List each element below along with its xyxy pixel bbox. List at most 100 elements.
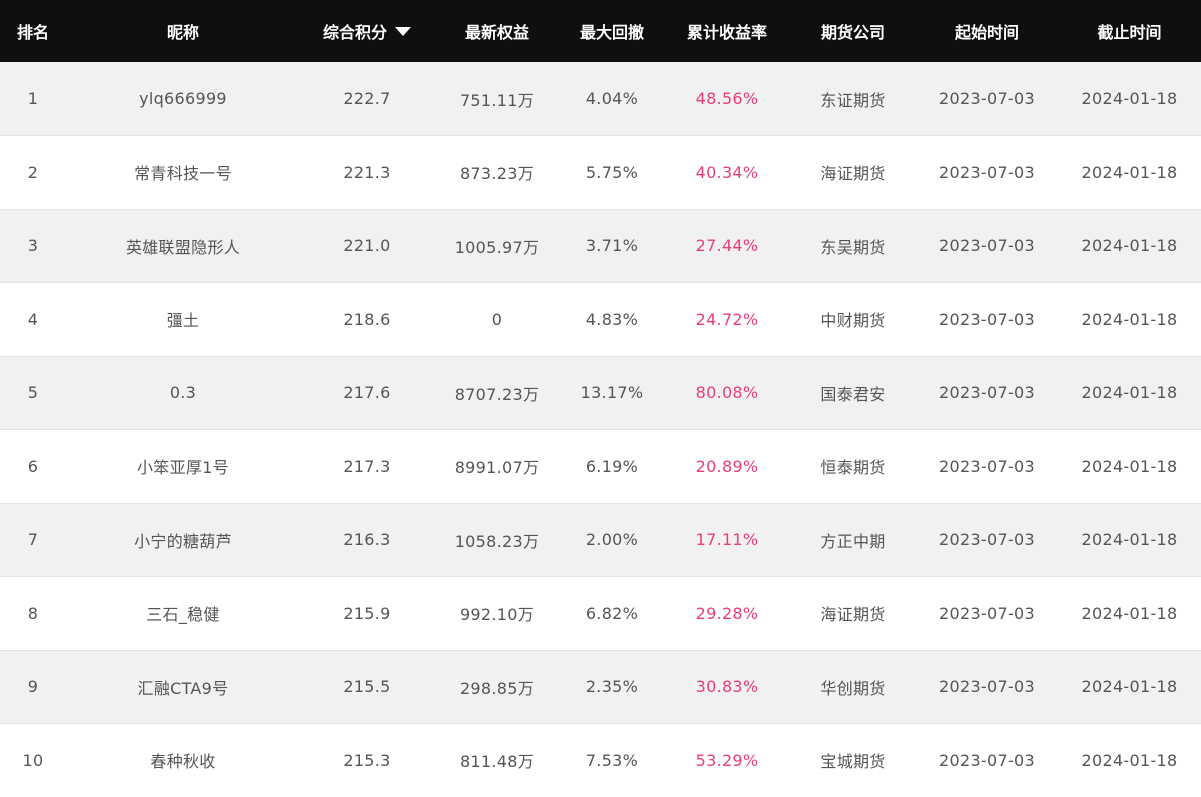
table-row[interactable]: 6 小笨亚厚1号 217.3 8991.07万 6.19% 20.89% 恒泰期货 2023-…	[0, 429, 1201, 504]
table-row[interactable]: 9 汇融CTA9号 215.5 298.85万 2.35% 30.83% 华创期货 2023-…	[0, 650, 1201, 724]
score-cell: 215.9	[300, 576, 434, 651]
rank-cell: 3	[0, 209, 66, 283]
company-cell: 宝城期货	[790, 723, 916, 797]
end-date-cell: 2024-01-18	[1058, 209, 1201, 283]
max-drawdown-cell: 3.71%	[560, 209, 664, 283]
max-drawdown-cell: 7.53%	[560, 723, 664, 797]
max-drawdown-cell: 4.83%	[560, 282, 664, 357]
ranking-table: 排名 昵称 综合积分 最新权益 最大回撤 累计收益率 期货公司 起始时间 截止时…	[0, 0, 1201, 797]
header-cum-return: 累计收益率	[686, 23, 767, 42]
max-drawdown-cell: 2.00%	[560, 503, 664, 577]
header-equity: 最新权益	[464, 23, 529, 42]
score-cell: 216.3	[300, 503, 434, 577]
header-score-label: 综合积分	[322, 23, 387, 42]
sort-desc-icon[interactable]	[395, 27, 411, 36]
rank-cell: 1	[0, 62, 66, 136]
max-drawdown-cell: 6.82%	[560, 576, 664, 651]
table-row[interactable]: 10 春种秋收 215.3 811.48万 7.53% 53.29% 宝城期货 2023-07…	[0, 723, 1201, 797]
rank-cell: 4	[0, 282, 66, 357]
score-cell: 221.0	[300, 209, 434, 283]
table-row[interactable]: 3 英雄联盟隐形人 221.0 1005.97万 3.71% 27.44% 东吴期货 2023…	[0, 209, 1201, 283]
start-date-cell: 2023-07-03	[916, 209, 1058, 283]
header-score-sort[interactable]: 综合积分	[300, 0, 434, 62]
rank-cell: 9	[0, 650, 66, 724]
equity-cell: 0	[434, 282, 560, 357]
table-body: 1 ylq666999 222.7 751.11万 4.04% 48.56% 东证期货 202…	[0, 62, 1201, 797]
rank-cell: 6	[0, 429, 66, 504]
end-date-cell: 2024-01-18	[1058, 62, 1201, 136]
cum-return-cell: 30.83%	[664, 650, 790, 724]
table-row[interactable]: 7 小宁的糖葫芦 216.3 1058.23万 2.00% 17.11% 方正中期 2023-…	[0, 503, 1201, 577]
header-nickname: 昵称	[166, 23, 199, 42]
cum-return-cell: 27.44%	[664, 209, 790, 283]
table-row[interactable]: 2 常青科技一号 221.3 873.23万 5.75% 40.34% 海证期货 2023-0…	[0, 135, 1201, 210]
cum-return-cell: 17.11%	[664, 503, 790, 577]
nickname-cell: 彊土	[66, 282, 300, 357]
header-max-drawdown: 最大回撤	[579, 23, 644, 42]
start-date-cell: 2023-07-03	[916, 62, 1058, 136]
company-cell: 海证期货	[790, 135, 916, 210]
equity-cell: 873.23万	[434, 135, 560, 210]
cum-return-cell: 80.08%	[664, 356, 790, 430]
table-row[interactable]: 5 0.3 217.6 8707.23万 13.17% 80.08% 国泰君安 2023-07…	[0, 356, 1201, 430]
cum-return-cell: 53.29%	[664, 723, 790, 797]
company-cell: 方正中期	[790, 503, 916, 577]
nickname-cell: 汇融CTA9号	[66, 650, 300, 724]
equity-cell: 298.85万	[434, 650, 560, 724]
max-drawdown-cell: 13.17%	[560, 356, 664, 430]
end-date-cell: 2024-01-18	[1058, 503, 1201, 577]
cum-return-cell: 20.89%	[664, 429, 790, 504]
nickname-cell: 常青科技一号	[66, 135, 300, 210]
company-cell: 恒泰期货	[790, 429, 916, 504]
nickname-cell: 小宁的糖葫芦	[66, 503, 300, 577]
nickname-cell: 英雄联盟隐形人	[66, 209, 300, 283]
end-date-cell: 2024-01-18	[1058, 576, 1201, 651]
end-date-cell: 2024-01-18	[1058, 135, 1201, 210]
max-drawdown-cell: 4.04%	[560, 62, 664, 136]
start-date-cell: 2023-07-03	[916, 576, 1058, 651]
nickname-cell: 三石_稳健	[66, 576, 300, 651]
cum-return-cell: 24.72%	[664, 282, 790, 357]
table-row[interactable]: 4 彊土 218.6 0 4.83% 24.72% 中财期货 2023-07-03 2024-0…	[0, 282, 1201, 357]
company-cell: 国泰君安	[790, 356, 916, 430]
header-rank: 排名	[16, 23, 49, 42]
rank-cell: 10	[0, 723, 66, 797]
header-start: 起始时间	[954, 23, 1019, 42]
start-date-cell: 2023-07-03	[916, 723, 1058, 797]
equity-cell: 751.11万	[434, 62, 560, 136]
table-row[interactable]: 1 ylq666999 222.7 751.11万 4.04% 48.56% 东证期货 202…	[0, 62, 1201, 136]
end-date-cell: 2024-01-18	[1058, 429, 1201, 504]
cum-return-cell: 40.34%	[664, 135, 790, 210]
company-cell: 海证期货	[790, 576, 916, 651]
start-date-cell: 2023-07-03	[916, 282, 1058, 357]
cum-return-cell: 29.28%	[664, 576, 790, 651]
max-drawdown-cell: 2.35%	[560, 650, 664, 724]
start-date-cell: 2023-07-03	[916, 356, 1058, 430]
equity-cell: 8991.07万	[434, 429, 560, 504]
max-drawdown-cell: 6.19%	[560, 429, 664, 504]
score-cell: 221.3	[300, 135, 434, 210]
equity-cell: 1058.23万	[434, 503, 560, 577]
end-date-cell: 2024-01-18	[1058, 723, 1201, 797]
nickname-cell: ylq666999	[66, 62, 300, 136]
equity-cell: 8707.23万	[434, 356, 560, 430]
rank-cell: 2	[0, 135, 66, 210]
end-date-cell: 2024-01-18	[1058, 282, 1201, 357]
table-row[interactable]: 8 三石_稳健 215.9 992.10万 6.82% 29.28% 海证期货 2023-07…	[0, 576, 1201, 651]
rank-cell: 8	[0, 576, 66, 651]
score-cell: 215.3	[300, 723, 434, 797]
score-cell: 218.6	[300, 282, 434, 357]
score-cell: 222.7	[300, 62, 434, 136]
score-cell: 215.5	[300, 650, 434, 724]
company-cell: 东吴期货	[790, 209, 916, 283]
start-date-cell: 2023-07-03	[916, 429, 1058, 504]
start-date-cell: 2023-07-03	[916, 503, 1058, 577]
equity-cell: 992.10万	[434, 576, 560, 651]
equity-cell: 811.48万	[434, 723, 560, 797]
header-end: 截止时间	[1097, 23, 1162, 42]
max-drawdown-cell: 5.75%	[560, 135, 664, 210]
rank-cell: 5	[0, 356, 66, 430]
company-cell: 东证期货	[790, 62, 916, 136]
equity-cell: 1005.97万	[434, 209, 560, 283]
header-company: 期货公司	[820, 23, 885, 42]
